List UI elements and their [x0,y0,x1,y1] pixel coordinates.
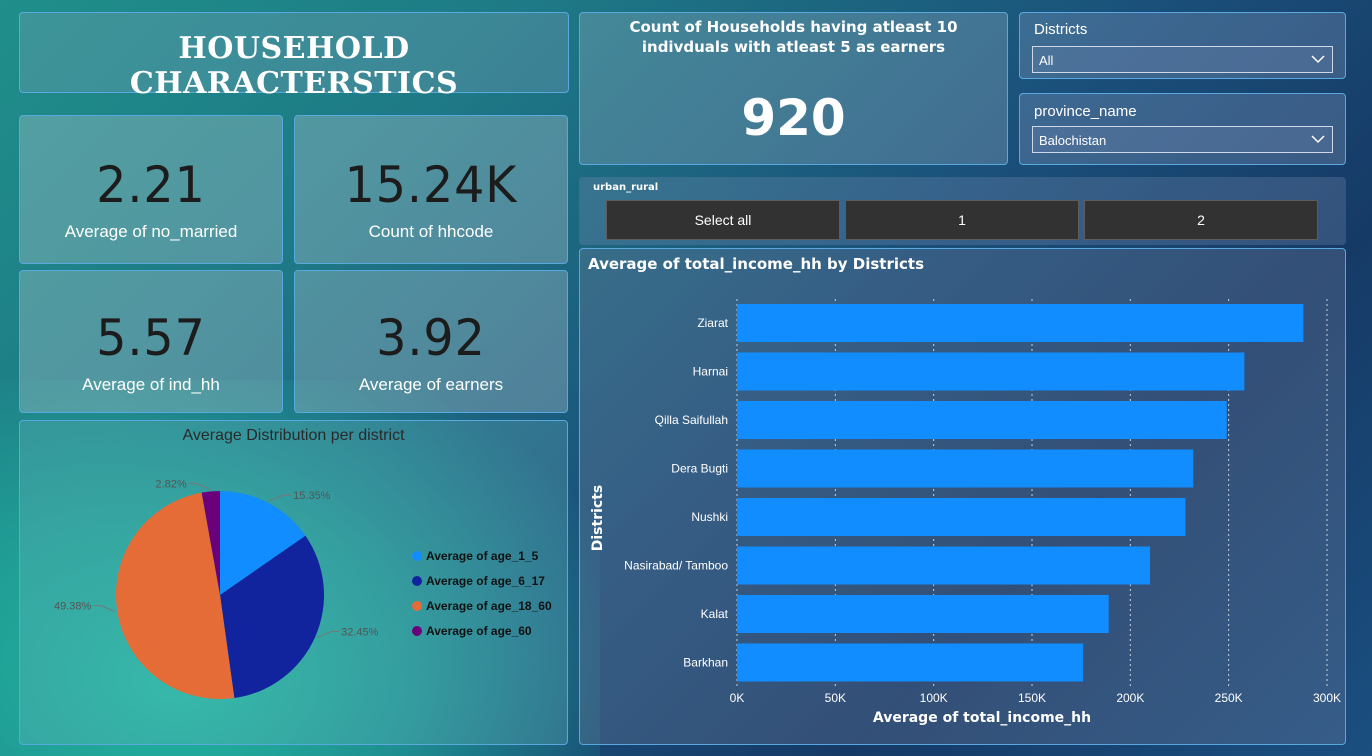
kpi-label: Average of ind_hh [82,375,220,394]
legend-color-dot [412,551,422,561]
legend-item[interactable]: Average of age_18_60 [412,599,552,613]
pie-chart: 15.35% 32.45% 49.38% 2.82% [54,478,379,700]
x-axis-title: Average of total_income_hh [873,710,1091,726]
kpi-label: Count of hhcode [368,222,494,241]
bar[interactable] [737,401,1227,439]
pie-leader-line [93,605,116,613]
legend-item[interactable]: Average of age_6_17 [412,574,545,588]
bar[interactable] [737,546,1150,585]
x-tick-label: 50K [825,691,846,705]
districts-selected-value: All [1039,53,1054,68]
kpi-value: 5.57 [96,309,206,367]
pie-data-label: 49.38% [54,601,92,613]
urban-rural-2-button[interactable]: 2 [1084,200,1318,240]
y-tick-label: Nasirabad/ Tamboo [624,559,728,573]
legend-item[interactable]: Average of age_60 [412,624,532,638]
kpi-card-hhcode[interactable]: 15.24K Count of hhcode [294,115,568,264]
province-dropdown[interactable]: Balochistan [1032,126,1333,153]
pie-data-label: 2.82% [155,478,186,490]
y-tick-label: Kalat [701,607,729,621]
urban-rural-1-button[interactable]: 1 [845,200,1079,240]
districts-slicer: Districts All [1019,12,1346,79]
legend-label: Average of age_1_5 [426,549,539,563]
x-tick-label: 300K [1313,691,1341,705]
x-tick-label: 250K [1215,691,1243,705]
x-tick-label: 100K [920,691,948,705]
bar-chart-title: Average of total_income_hh by Districts [588,255,924,273]
x-tick-label: 0K [730,691,745,705]
chevron-down-icon [1311,135,1325,144]
kpi-card-earners[interactable]: 3.92 Average of earners [294,270,568,413]
kpi-value: 3.92 [376,309,486,367]
y-tick-label: Barkhan [683,656,728,670]
kpi-value: 2.21 [96,156,206,214]
chevron-down-icon [1311,55,1325,64]
legend-label: Average of age_6_17 [426,574,545,588]
y-tick-label: Harnai [693,365,728,379]
bar[interactable] [737,352,1245,391]
pie-chart-panel: Average Distribution per district 15.35%… [19,420,568,745]
y-tick-label: Ziarat [697,316,728,330]
bar[interactable] [737,449,1194,488]
count-card[interactable]: Count of Households having atleast 10 in… [579,12,1008,165]
pie-leader-line [316,631,340,639]
bar[interactable] [737,498,1186,536]
y-tick-label: Nushki [691,510,728,524]
y-tick-label: Qilla Saifullah [655,413,728,427]
kpi-card-no-married[interactable]: 2.21 Average of no_married [19,115,283,264]
pie-data-label: 32.45% [341,627,379,639]
bar[interactable] [737,595,1109,633]
kpi-value: 15.24K [344,156,518,214]
legend-color-dot [412,601,422,611]
province-slicer-title: province_name [1034,103,1137,120]
pie-leader-line [268,494,292,502]
legend-color-dot [412,626,422,636]
x-tick-label: 150K [1018,691,1046,705]
bar[interactable] [737,304,1304,342]
y-axis-title: Districts [590,485,606,551]
count-card-value: 920 [741,89,846,147]
title-panel: HOUSEHOLD CHARACTERSTICS [19,12,569,101]
bar-chart: 0K 50K 100K 150K 200K 250K 300K Ziarat Harnai Qil… [590,299,1341,726]
legend-label: Average of age_18_60 [426,599,552,613]
legend-label: Average of age_60 [426,624,532,638]
legend-item[interactable]: Average of age_1_5 [412,549,538,563]
bar[interactable] [737,643,1084,682]
districts-slicer-title: Districts [1034,21,1088,38]
urban-rural-slicer: urban_rural Select all 1 2 [579,177,1346,245]
pie-leader-line [188,482,211,490]
province-selected-value: Balochistan [1039,133,1107,148]
kpi-card-ind-hh[interactable]: 5.57 Average of ind_hh [19,270,283,413]
count-card-title: Count of Households having atleast 10 in… [629,18,958,56]
y-tick-label: Dera Bugti [671,462,728,476]
page-title: HOUSEHOLD CHARACTERSTICS [129,31,459,101]
urban-rural-title: urban_rural [593,182,659,193]
x-tick-label: 200K [1116,691,1144,705]
bar-chart-panel: Average of total_income_hh by Districts … [579,248,1346,745]
districts-dropdown[interactable]: All [1032,46,1333,73]
legend-color-dot [412,576,422,586]
pie-data-label: 15.35% [293,490,331,502]
kpi-label: Average of earners [358,375,504,394]
select-all-button[interactable]: Select all [606,200,840,240]
province-slicer: province_name Balochistan [1019,93,1346,165]
kpi-label: Average of no_married [64,222,238,241]
